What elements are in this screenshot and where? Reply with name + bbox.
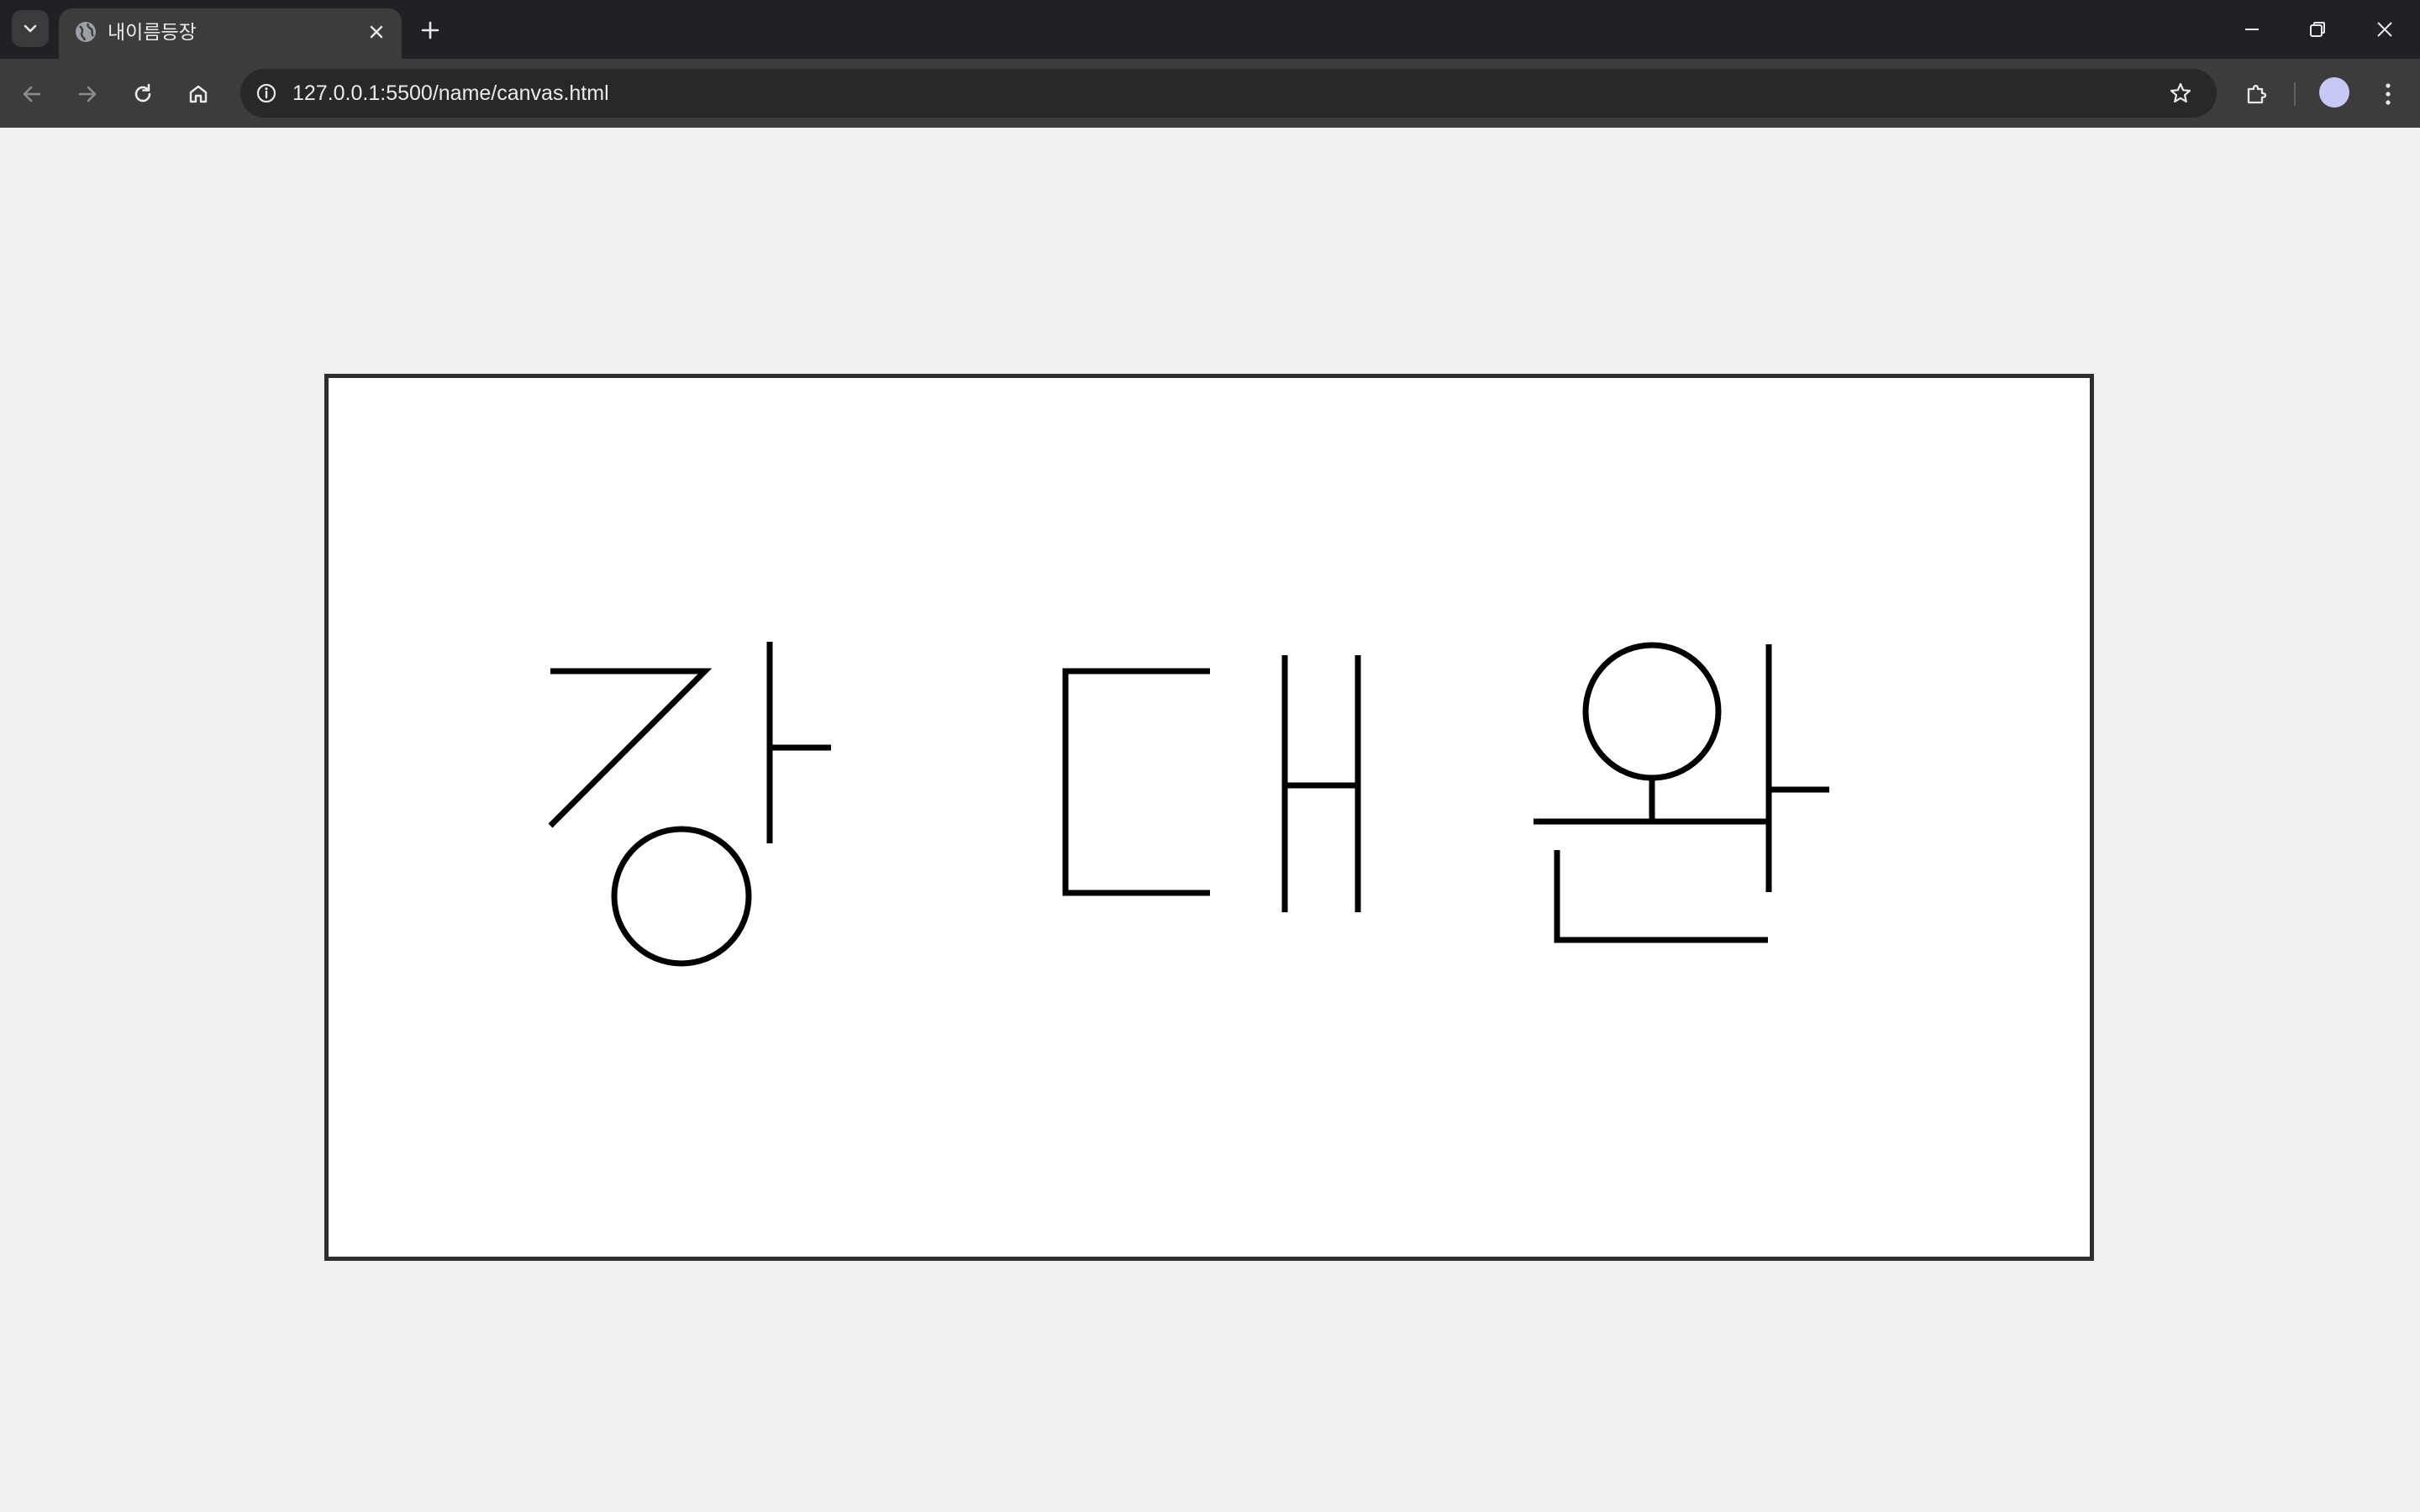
menu-button[interactable] bbox=[2366, 72, 2410, 116]
url-text[interactable]: 127.0.0.1:5500/name/canvas.html bbox=[292, 69, 609, 118]
page-viewport bbox=[0, 128, 2420, 1512]
tab-strip: 내이름등장 bbox=[0, 0, 2420, 59]
back-button[interactable] bbox=[12, 74, 52, 114]
close-icon bbox=[2377, 22, 2392, 37]
active-tab[interactable]: 내이름등장 bbox=[59, 8, 402, 59]
hangul-gang bbox=[548, 642, 831, 967]
hangul-wan bbox=[1534, 642, 1829, 943]
tab-search-button[interactable] bbox=[12, 10, 49, 47]
restore-button[interactable] bbox=[2292, 10, 2343, 49]
forward-button[interactable] bbox=[67, 74, 108, 114]
avatar[interactable] bbox=[2319, 77, 2349, 108]
site-info-button[interactable] bbox=[252, 79, 281, 108]
minimize-button[interactable] bbox=[2227, 10, 2277, 49]
reload-icon bbox=[134, 83, 151, 102]
puzzle-icon bbox=[2247, 84, 2267, 104]
forward-arrow-icon bbox=[78, 86, 97, 102]
back-arrow-icon bbox=[23, 86, 41, 102]
browser-chrome: 내이름등장 127.0.0.1:5500/name/canvas.html bbox=[0, 0, 2420, 128]
tab-title: 내이름등장 bbox=[108, 21, 197, 43]
name-drawing bbox=[548, 642, 1829, 967]
plus-icon bbox=[421, 21, 439, 39]
bookmark-button[interactable] bbox=[2165, 77, 2196, 109]
wan-nieun bbox=[1554, 850, 1768, 943]
new-tab-button[interactable] bbox=[412, 12, 449, 49]
toolbar: 127.0.0.1:5500/name/canvas.html bbox=[0, 59, 2420, 128]
extensions-button[interactable] bbox=[2235, 72, 2279, 116]
close-window-button[interactable] bbox=[2360, 10, 2410, 49]
info-icon bbox=[256, 83, 276, 103]
dae-digeut bbox=[1062, 668, 1210, 896]
close-icon bbox=[370, 25, 383, 39]
chevron-down-icon bbox=[24, 24, 37, 33]
gang-ieung bbox=[611, 826, 752, 967]
star-icon bbox=[2170, 82, 2191, 103]
gang-giyeok bbox=[548, 668, 713, 828]
minimize-icon bbox=[2245, 29, 2259, 30]
address-bar[interactable]: 127.0.0.1:5500/name/canvas.html bbox=[240, 69, 2217, 118]
reload-button[interactable] bbox=[123, 74, 163, 114]
hangul-dae bbox=[1062, 655, 1361, 912]
toolbar-separator bbox=[2294, 82, 2296, 106]
restore-icon bbox=[2310, 22, 2325, 37]
home-button[interactable] bbox=[178, 74, 218, 114]
home-icon bbox=[189, 85, 208, 103]
tab-close-button[interactable] bbox=[361, 17, 392, 47]
globe-icon bbox=[76, 22, 96, 42]
drawing-canvas[interactable] bbox=[324, 374, 2094, 1261]
wan-ieung bbox=[1582, 642, 1722, 781]
kebab-menu-icon bbox=[2386, 83, 2391, 105]
